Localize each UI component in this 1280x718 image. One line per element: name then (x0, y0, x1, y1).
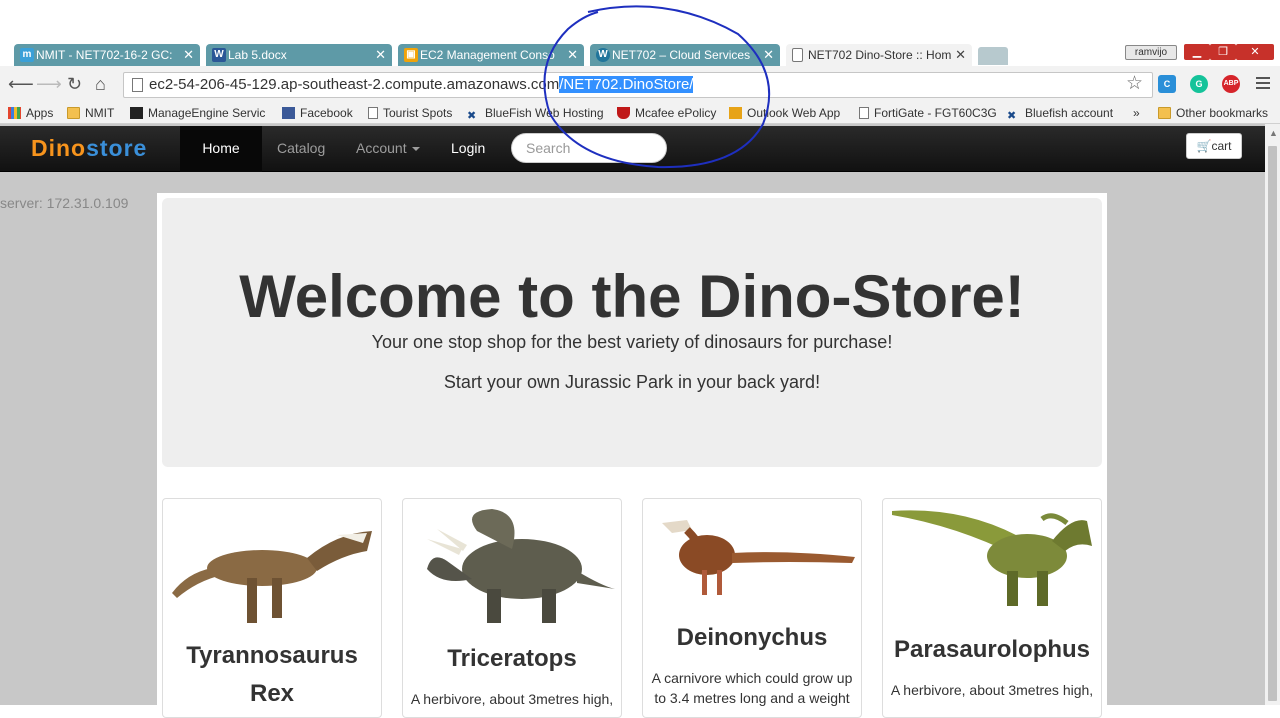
adblock-icon[interactable]: ABP (1222, 75, 1240, 93)
bookmark-star-icon[interactable]: ☆ (1126, 72, 1143, 95)
product-name[interactable]: Triceratops (403, 640, 621, 678)
tab-title: NET702 Dino-Store :: Hom (808, 48, 952, 62)
close-icon[interactable]: ✕ (375, 44, 386, 66)
maximize-button[interactable]: ❐ (1210, 44, 1236, 60)
close-window-button[interactable]: ✕ (1236, 44, 1274, 60)
jumbotron: Welcome to the Dino-Store! Your one stop… (162, 198, 1102, 467)
back-arrow-icon[interactable]: ⟵ (8, 74, 34, 94)
outlook-icon (729, 107, 742, 119)
bookmark-manageengine[interactable]: ManageEngine Servic (130, 105, 265, 121)
bookmark-tourist-spots[interactable]: Tourist Spots (368, 105, 452, 121)
bluefish-icon: ✖ (1007, 110, 1017, 122)
tab-lab5[interactable]: W Lab 5.docx ✕ (206, 44, 392, 66)
bookmark-bluefish-account[interactable]: ✖ Bluefish account (1007, 105, 1113, 122)
bookmark-fortigate[interactable]: FortiGate - FGT60C3G (859, 105, 997, 121)
welcome-tagline: Your one stop shop for the best variety … (371, 332, 893, 352)
bookmark-apps[interactable]: Apps (8, 105, 53, 121)
page-info-icon[interactable] (132, 78, 143, 92)
nav-home[interactable]: Home (180, 126, 262, 172)
tab-title: Lab 5.docx (228, 48, 287, 62)
bookmark-outlook[interactable]: Outlook Web App (729, 105, 840, 121)
scrollbar-thumb[interactable] (1268, 146, 1277, 701)
close-icon[interactable]: ✕ (183, 44, 194, 66)
close-icon[interactable]: ✕ (763, 44, 774, 66)
home-icon[interactable]: ⌂ (95, 74, 106, 94)
product-description: A carnivore which could grow up to 3.4 m… (651, 670, 853, 706)
tab-title: NET702 – Cloud Services (612, 48, 751, 62)
product-card-parasaurolophus[interactable]: Parasaurolophus A herbivore, about 3metr… (882, 498, 1102, 718)
cart-icon: 🛒 (1196, 139, 1212, 153)
folder-icon (1158, 107, 1171, 119)
forward-arrow-icon[interactable]: ⟶ (36, 74, 62, 94)
tab-ec2[interactable]: ▣ EC2 Management Conso ✕ (398, 44, 584, 66)
product-card-trex[interactable]: Tyrannosaurus Rex (162, 498, 382, 718)
other-bookmarks[interactable]: Other bookmarks (1158, 105, 1268, 121)
tab-dinostore[interactable]: NET702 Dino-Store :: Hom ✕ (786, 44, 972, 66)
triceratops-image[interactable] (407, 501, 617, 631)
wordpress-icon: W (596, 48, 610, 62)
product-description: A herbivore, about 3metres high, (890, 682, 1094, 698)
cart-button[interactable]: 🛒cart (1186, 133, 1242, 159)
manageengine-icon (130, 107, 143, 119)
mcafee-icon (617, 107, 630, 119)
apps-grid-icon (8, 107, 21, 119)
search-input[interactable]: Search (511, 133, 667, 163)
welcome-subtagline: Start your own Jurassic Park in your bac… (443, 372, 821, 392)
close-icon[interactable]: ✕ (955, 44, 966, 66)
bookmarks-bar: Apps NMIT ManageEngine Servic Facebook T… (0, 102, 1280, 124)
bookmark-mcafee[interactable]: Mcafee ePolicy (617, 105, 716, 121)
folder-icon (67, 107, 80, 119)
trex-image[interactable] (167, 503, 377, 633)
profile-button[interactable]: ramvijo (1125, 45, 1177, 60)
bookmarks-overflow-button[interactable]: » (1133, 105, 1140, 121)
facebook-icon (282, 107, 295, 119)
product-name[interactable]: Tyrannosaurus Rex (163, 637, 381, 713)
new-tab-button[interactable] (978, 47, 1008, 65)
tab-nmit[interactable]: m NMIT - NET702-16-2 GC: ✕ (14, 44, 200, 66)
url-path-selected: /NET702.DinoStore/ (559, 76, 694, 93)
word-icon: W (212, 48, 226, 62)
window-top-area (0, 0, 1280, 44)
close-icon[interactable]: ✕ (567, 44, 578, 66)
tab-net702[interactable]: W NET702 – Cloud Services ✕ (590, 44, 780, 66)
product-name[interactable]: Parasaurolophus (883, 631, 1101, 669)
tab-title: NMIT - NET702-16-2 GC: (36, 48, 173, 62)
bookmark-bluefish-hosting[interactable]: ✖ BlueFish Web Hosting (467, 105, 604, 122)
minimize-button[interactable]: ▁ (1184, 44, 1210, 60)
product-name[interactable]: Deinonychus (643, 619, 861, 657)
site-brand[interactable]: Dinostore (31, 135, 147, 162)
grammarly-icon[interactable]: G (1190, 75, 1208, 93)
bookmark-facebook[interactable]: Facebook (282, 105, 353, 121)
tab-strip: m NMIT - NET702-16-2 GC: ✕ W Lab 5.docx … (0, 44, 1280, 66)
bluefish-icon: ✖ (467, 110, 477, 122)
nav-account[interactable]: Account (341, 126, 435, 172)
bookmark-nmit[interactable]: NMIT (67, 105, 114, 121)
server-info: server: 172.31.0.109 (0, 195, 129, 211)
parasaurolophus-image[interactable] (887, 501, 1097, 616)
address-bar[interactable]: ec2-54-206-45-129.ap-southeast-2.compute… (123, 72, 1153, 98)
url-host: ec2-54-206-45-129.ap-southeast-2.compute… (149, 76, 560, 93)
tab-title: EC2 Management Conso (420, 48, 555, 62)
product-card-triceratops[interactable]: Triceratops A herbivore, about 3metres h… (402, 498, 622, 718)
page-icon (368, 107, 378, 119)
page-icon (859, 107, 869, 119)
chrome-menu-icon[interactable] (1256, 77, 1270, 92)
nav-catalog[interactable]: Catalog (262, 126, 340, 172)
moodle-icon: m (20, 48, 34, 62)
caret-down-icon (411, 147, 420, 151)
reload-icon[interactable]: ↻ (67, 74, 82, 94)
deinonychus-image[interactable] (647, 505, 857, 610)
product-description: A herbivore, about 3metres high, (410, 691, 614, 707)
cookie-icon[interactable]: C (1158, 75, 1176, 93)
aws-icon: ▣ (404, 48, 418, 62)
page-icon (792, 48, 803, 62)
product-card-deinonychus[interactable]: Deinonychus A carnivore which could grow… (642, 498, 862, 718)
welcome-heading: Welcome to the Dino-Store! (239, 263, 1025, 330)
nav-login[interactable]: Login (436, 126, 500, 172)
scroll-up-arrow-icon[interactable]: ▲ (1269, 128, 1278, 138)
